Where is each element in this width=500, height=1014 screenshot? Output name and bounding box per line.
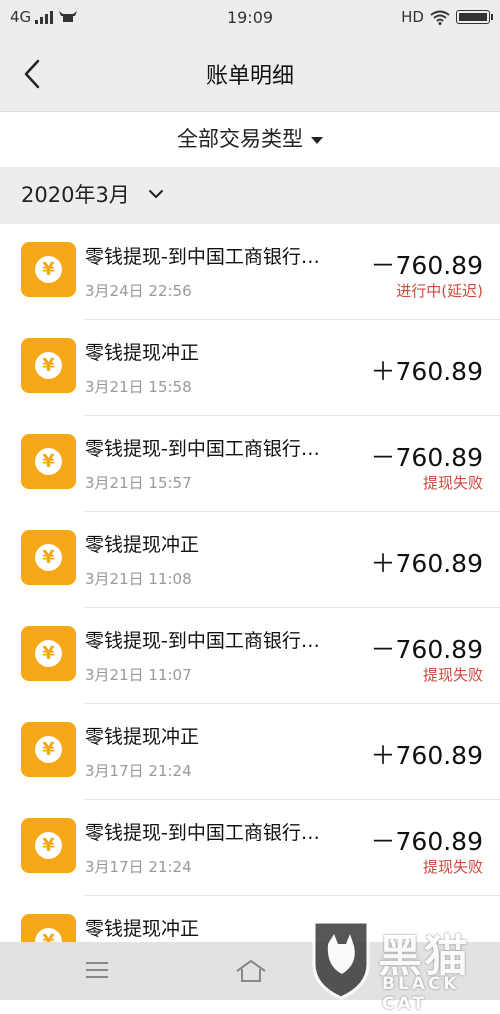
transaction-amount: －760.89 (370, 827, 483, 856)
yuan-coin-icon: ¥ (21, 626, 76, 681)
transaction-title: 零钱提现冲正 (85, 534, 200, 556)
transaction-title: 零钱提现冲正 (85, 726, 200, 748)
yuan-coin-icon: ¥ (21, 338, 76, 393)
month-label: 2020年3月 (21, 183, 130, 207)
transaction-row[interactable]: ¥ 零钱提现-到中国工商银行… 3月24日 22:56 －760.89 进行中(… (0, 224, 500, 320)
transaction-date: 3月24日 22:56 (85, 282, 192, 300)
transaction-date: 3月21日 15:58 (85, 378, 192, 396)
hd-label: HD (401, 8, 424, 26)
filter-label: 全部交易类型 (177, 127, 303, 151)
transaction-date: 3月17日 21:24 (85, 858, 192, 876)
transaction-title: 零钱提现-到中国工商银行… (85, 822, 320, 844)
transaction-title: 零钱提现冲正 (85, 342, 200, 364)
transaction-row[interactable]: ¥ 零钱提现-到中国工商银行… 3月17日 21:24 －760.89 提现失败 (0, 800, 500, 896)
transaction-row[interactable]: ¥ 零钱提现冲正 3月21日 11:08 ＋760.89 (0, 512, 500, 608)
battery-icon (456, 10, 493, 24)
black-cat-watermark: 黑猫 BLACK CAT (308, 918, 500, 1014)
yuan-coin-icon: ¥ (21, 434, 76, 489)
transaction-amount: －760.89 (370, 443, 483, 472)
transaction-amount: ＋760.89 (370, 357, 483, 386)
watermark-en: BLACK CAT (382, 974, 460, 1014)
nav-bar: 账单明细 (0, 36, 500, 111)
chevron-down-icon (149, 190, 163, 198)
transaction-row[interactable]: ¥ 零钱提现-到中国工商银行… 3月21日 15:57 －760.89 提现失败 (0, 416, 500, 512)
transaction-status: 提现失败 (422, 474, 483, 492)
transaction-date: 3月21日 11:08 (85, 570, 192, 588)
transaction-amount: ＋760.89 (370, 549, 483, 578)
status-right: HD (401, 8, 493, 26)
transaction-amount: －760.89 (370, 635, 483, 664)
transaction-row[interactable]: ¥ 零钱提现-到中国工商银行… 3月21日 11:07 －760.89 提现失败 (0, 608, 500, 704)
month-selector[interactable]: 2020年3月 (0, 167, 500, 224)
caret-down-icon (311, 136, 323, 144)
status-bar: 4G 19:09 HD (0, 0, 500, 36)
transaction-date: 3月21日 15:57 (85, 474, 192, 492)
transaction-date: 3月21日 11:07 (85, 666, 192, 684)
yuan-coin-icon: ¥ (21, 722, 76, 777)
transaction-title: 零钱提现-到中国工商银行… (85, 246, 320, 268)
transaction-amount: ＋760.89 (370, 741, 483, 770)
transaction-amount: －760.89 (370, 251, 483, 280)
transaction-date: 3月17日 21:24 (85, 762, 192, 780)
yuan-coin-icon: ¥ (21, 242, 76, 297)
menu-icon[interactable] (86, 962, 108, 980)
transaction-row[interactable]: ¥ 零钱提现冲正 3月17日 21:24 ＋760.89 (0, 704, 500, 800)
yuan-coin-icon: ¥ (21, 818, 76, 873)
transaction-status: 提现失败 (422, 666, 483, 684)
transaction-title: 零钱提现-到中国工商银行… (85, 630, 320, 652)
transaction-status: 提现失败 (422, 858, 483, 876)
transaction-title: 零钱提现-到中国工商银行… (85, 438, 320, 460)
cat-shield-icon (312, 920, 370, 1000)
page-title: 账单明细 (205, 64, 294, 89)
yuan-coin-icon: ¥ (21, 530, 76, 585)
transaction-row[interactable]: ¥ 零钱提现冲正 3月21日 15:58 ＋760.89 (0, 320, 500, 416)
transaction-status: 进行中(延迟) (396, 282, 483, 300)
wifi-icon (430, 10, 450, 25)
home-icon[interactable] (234, 958, 268, 984)
transaction-type-filter[interactable]: 全部交易类型 (0, 112, 500, 167)
